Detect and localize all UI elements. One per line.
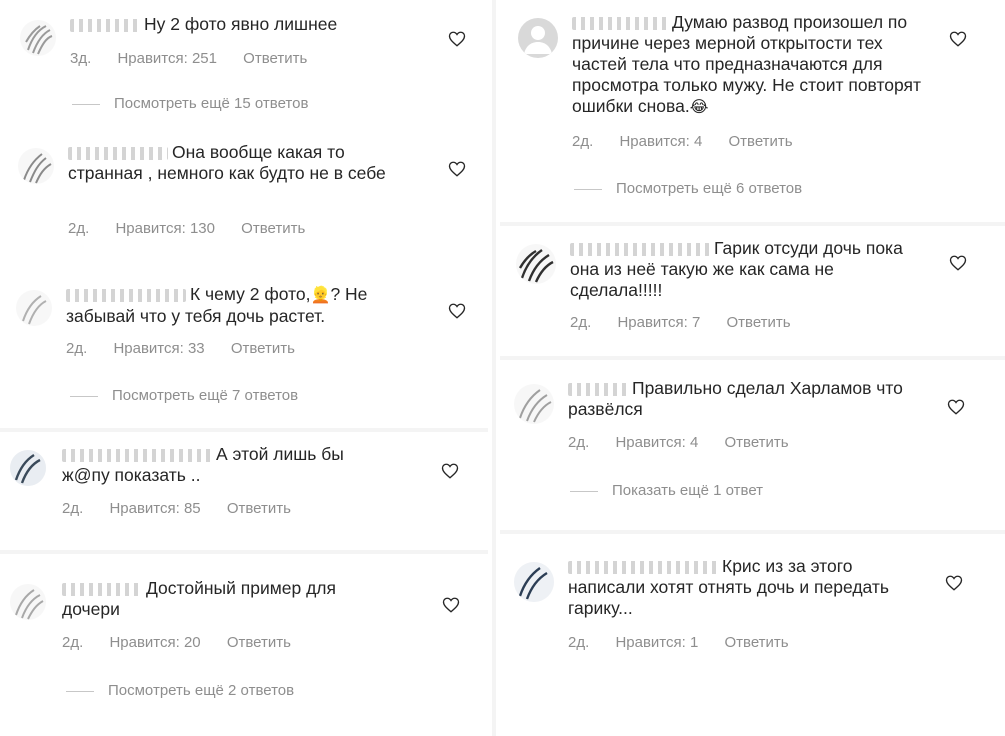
comment-body: Крис из за этого написали хотят отнять д… [568, 556, 928, 619]
panel-separator [500, 356, 1005, 360]
username-redacted[interactable] [568, 382, 628, 396]
default-avatar-icon[interactable] [518, 18, 558, 58]
comment-body: Гарик отсуди дочь пока она из неё такую … [570, 238, 925, 301]
username-redacted[interactable] [62, 582, 142, 596]
username-redacted[interactable] [68, 146, 168, 160]
heart-outline-icon[interactable] [949, 30, 967, 48]
comment-meta: 2д. Нравится: 85 Ответить [62, 500, 313, 517]
comment-age: 3д. [70, 50, 92, 67]
comment-body: Она вообще какая то странная , немного к… [68, 142, 398, 184]
username-redacted[interactable] [572, 16, 668, 30]
heart-outline-icon[interactable] [448, 30, 466, 48]
reply-button[interactable]: Ответить [724, 434, 788, 451]
comment-age: 2д. [62, 500, 84, 517]
reply-button[interactable]: Ответить [726, 314, 790, 331]
panel-separator [500, 530, 1005, 534]
heart-outline-icon[interactable] [945, 574, 963, 592]
reply-button[interactable]: Ответить [728, 133, 792, 150]
reply-button[interactable]: Ответить [227, 500, 291, 517]
comment-meta: 2д. Нравится: 130 Ответить [68, 220, 327, 237]
replies-line [574, 188, 602, 190]
likes-count[interactable]: Нравится: 20 [109, 634, 200, 651]
username-redacted[interactable] [66, 288, 186, 302]
comment-age: 2д. [568, 634, 590, 651]
replies-line [70, 395, 98, 397]
comment-age: 2д. [62, 634, 84, 651]
comment-body: А этой лишь бы ж@пу показать .. [62, 444, 392, 486]
avatar[interactable] [514, 384, 554, 424]
heart-outline-icon[interactable] [441, 462, 459, 480]
avatar[interactable] [16, 290, 52, 326]
comment-text: Ну 2 фото явно лишнее [144, 14, 338, 34]
view-replies-button[interactable]: Посмотреть ещё 2 ответов [66, 682, 294, 699]
comment-meta: 2д. Нравится: 4 Ответить [572, 133, 815, 150]
comment-meta: 3д. Нравится: 251 Ответить [70, 50, 329, 67]
heart-outline-icon[interactable] [949, 254, 967, 272]
show-more-replies-button[interactable]: Показать ещё 1 ответ [570, 482, 763, 499]
reply-button[interactable]: Ответить [243, 50, 307, 67]
likes-count[interactable]: Нравится: 33 [113, 340, 204, 357]
username-redacted[interactable] [62, 448, 212, 462]
reply-button[interactable]: Ответить [227, 634, 291, 651]
comment-body: Достойный пример для дочери [62, 578, 392, 620]
comment-age: 2д. [572, 133, 594, 150]
comment-meta: 2д. Нравится: 20 Ответить [62, 634, 313, 651]
reply-button[interactable]: Ответить [724, 634, 788, 651]
person-emoji: 👱 [310, 287, 331, 304]
avatar[interactable] [514, 562, 554, 602]
replies-line [66, 690, 94, 692]
panel-separator [500, 222, 1005, 226]
comment-body: Правильно сделал Харламов что развёлся [568, 378, 923, 420]
view-replies-button[interactable]: Посмотреть ещё 15 ответов [72, 95, 308, 112]
username-redacted[interactable] [570, 242, 710, 256]
likes-count[interactable]: Нравится: 1 [615, 634, 698, 651]
panel-separator [0, 428, 488, 432]
column-divider [492, 0, 496, 736]
avatar[interactable] [20, 20, 56, 56]
view-replies-label: Показать ещё 1 ответ [612, 482, 764, 499]
reply-button[interactable]: Ответить [231, 340, 295, 357]
comment-meta: 2д. Нравится: 33 Ответить [66, 340, 317, 357]
avatar[interactable] [10, 450, 46, 486]
laughing-emoji: 😂 [689, 99, 709, 116]
comment-meta: 2д. Нравится: 1 Ответить [568, 634, 811, 651]
comment-body: Думаю развод произошел по причине через … [572, 12, 927, 118]
likes-count[interactable]: Нравится: 130 [115, 220, 215, 237]
comment-body: Ну 2 фото явно лишнее [70, 14, 400, 35]
comment-text: К чему 2 фото, [190, 284, 311, 304]
comment-age: 2д. [68, 220, 90, 237]
comment-body: К чему 2 фото,👱? Не забывай что у тебя д… [66, 284, 396, 327]
comment-meta: 2д. Нравится: 4 Ответить [568, 434, 811, 451]
likes-count[interactable]: Нравится: 4 [615, 434, 698, 451]
username-redacted[interactable] [568, 560, 718, 574]
likes-count[interactable]: Нравится: 251 [117, 50, 217, 67]
likes-count[interactable]: Нравится: 7 [617, 314, 700, 331]
heart-outline-icon[interactable] [442, 596, 460, 614]
comment-age: 2д. [66, 340, 88, 357]
avatar[interactable] [18, 148, 54, 184]
view-replies-label: Посмотреть ещё 6 ответов [616, 180, 803, 197]
view-replies-label: Посмотреть ещё 7 ответов [112, 387, 299, 404]
view-replies-label: Посмотреть ещё 2 ответов [108, 682, 295, 699]
heart-outline-icon[interactable] [448, 160, 466, 178]
reply-button[interactable]: Ответить [241, 220, 305, 237]
view-replies-button[interactable]: Посмотреть ещё 6 ответов [574, 180, 802, 197]
comment-meta: 2д. Нравится: 7 Ответить [570, 314, 813, 331]
avatar[interactable] [516, 244, 556, 284]
username-redacted[interactable] [70, 18, 140, 32]
comments-column-right: Думаю развод произошел по причине через … [500, 0, 1005, 736]
heart-outline-icon[interactable] [448, 302, 466, 320]
panel-separator [0, 550, 488, 554]
comment-age: 2д. [570, 314, 592, 331]
avatar[interactable] [10, 584, 46, 620]
replies-line [570, 490, 598, 492]
likes-count[interactable]: Нравится: 85 [109, 500, 200, 517]
comments-column-left: Ну 2 фото явно лишнее 3д. Нравится: 251 … [0, 0, 488, 736]
comment-age: 2д. [568, 434, 590, 451]
likes-count[interactable]: Нравится: 4 [619, 133, 702, 150]
view-replies-button[interactable]: Посмотреть ещё 7 ответов [70, 387, 298, 404]
replies-line [72, 103, 100, 105]
view-replies-label: Посмотреть ещё 15 ответов [114, 95, 309, 112]
heart-outline-icon[interactable] [947, 398, 965, 416]
